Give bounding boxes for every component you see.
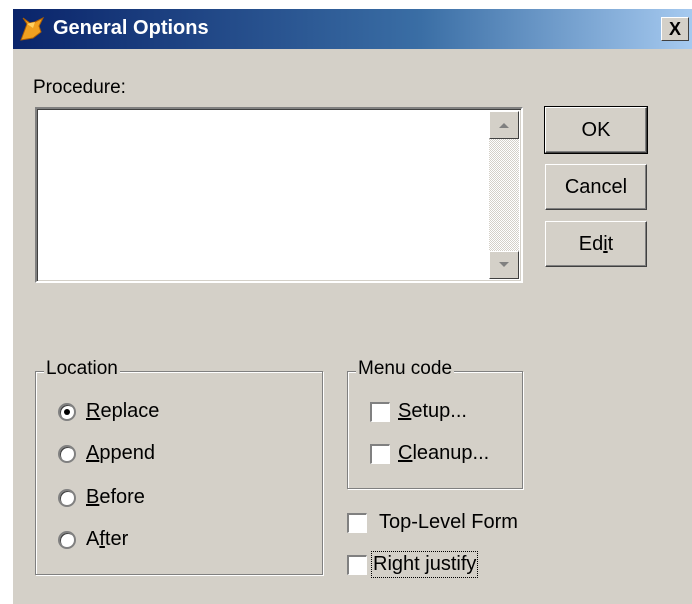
window-title: General Options (53, 17, 209, 39)
location-group: Location Replace Append Before After (35, 358, 323, 575)
checkbox-right-justify-label: Right justify (370, 551, 479, 578)
radio-after-button[interactable] (58, 530, 76, 549)
general-options-dialog: General Options X Procedure: OK Cancel E… (12, 8, 692, 604)
checkbox-cleanup-box[interactable] (370, 443, 390, 464)
radio-replace-label: Replace (86, 400, 160, 422)
location-legend: Location (44, 358, 120, 380)
cancel-button[interactable]: Cancel (545, 164, 647, 210)
radio-append[interactable]: Append (58, 442, 155, 465)
checkbox-top-level-form[interactable]: Top-Level Form (347, 511, 518, 534)
radio-replace-button[interactable] (58, 402, 76, 421)
radio-before[interactable]: Before (58, 486, 145, 509)
arrow-up-icon (499, 123, 509, 128)
menu-code-group: Menu code Setup... Cleanup... (347, 358, 523, 489)
checkbox-right-justify-box[interactable] (347, 554, 367, 575)
radio-before-label: Before (86, 486, 145, 508)
close-button[interactable]: X (661, 17, 689, 41)
ok-button[interactable]: OK (544, 106, 648, 154)
radio-after[interactable]: After (58, 528, 128, 551)
menu-code-legend: Menu code (356, 358, 455, 380)
edit-label-post: t (607, 233, 614, 255)
checkbox-right-justify[interactable]: Right justify (347, 551, 479, 578)
checkbox-top-level-form-label: Top-Level Form (379, 511, 518, 533)
title-bar[interactable]: General Options X (13, 9, 692, 49)
checkbox-cleanup[interactable]: Cleanup... (370, 442, 489, 465)
radio-append-button[interactable] (58, 444, 76, 463)
scroll-up-button[interactable] (489, 111, 519, 139)
edit-button[interactable]: Edit (545, 221, 647, 267)
radio-after-label: After (86, 528, 129, 550)
scroll-down-button[interactable] (489, 251, 519, 279)
edit-label-pre: Ed (578, 233, 604, 255)
arrow-down-icon (499, 262, 509, 267)
radio-before-button[interactable] (58, 488, 76, 507)
radio-append-label: Append (86, 442, 155, 464)
procedure-scrollbar[interactable] (489, 111, 519, 279)
checkbox-top-level-form-box[interactable] (347, 512, 367, 533)
checkbox-cleanup-label: Cleanup... (398, 442, 490, 464)
procedure-textarea[interactable] (35, 107, 523, 283)
checkbox-setup-label: Setup... (398, 400, 467, 422)
checkbox-setup-box[interactable] (370, 401, 390, 422)
radio-replace[interactable]: Replace (58, 400, 159, 423)
foxpro-fox-icon (20, 16, 45, 41)
procedure-label: Procedure: (33, 77, 126, 98)
checkbox-setup[interactable]: Setup... (370, 400, 467, 423)
